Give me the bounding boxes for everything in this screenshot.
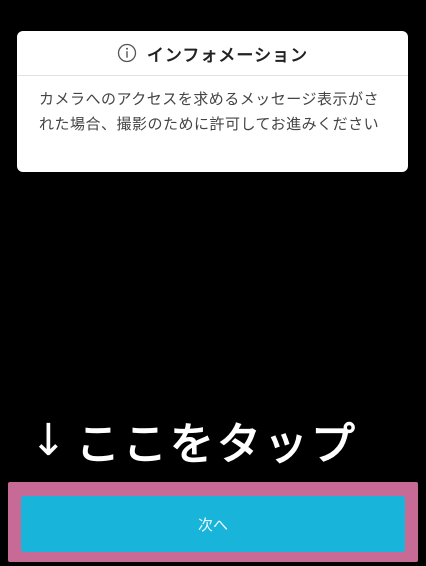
info-circle-icon (117, 43, 137, 63)
down-arrow-icon: ↓ (30, 414, 70, 466)
tap-here-annotation: ↓ ここをタップ (30, 405, 416, 475)
tap-here-text: ここをタップ (75, 419, 358, 470)
next-button[interactable]: 次へ (21, 496, 405, 552)
information-card: インフォメーション カメラへのアクセスを求めるメッセージ表示がされた場合、撮影の… (17, 31, 408, 172)
information-card-message: カメラへのアクセスを求めるメッセージ表示がされた場合、撮影のために許可してお進み… (39, 90, 380, 133)
information-card-title: インフォメーション (146, 45, 309, 66)
information-card-header: インフォメーション (17, 31, 408, 76)
